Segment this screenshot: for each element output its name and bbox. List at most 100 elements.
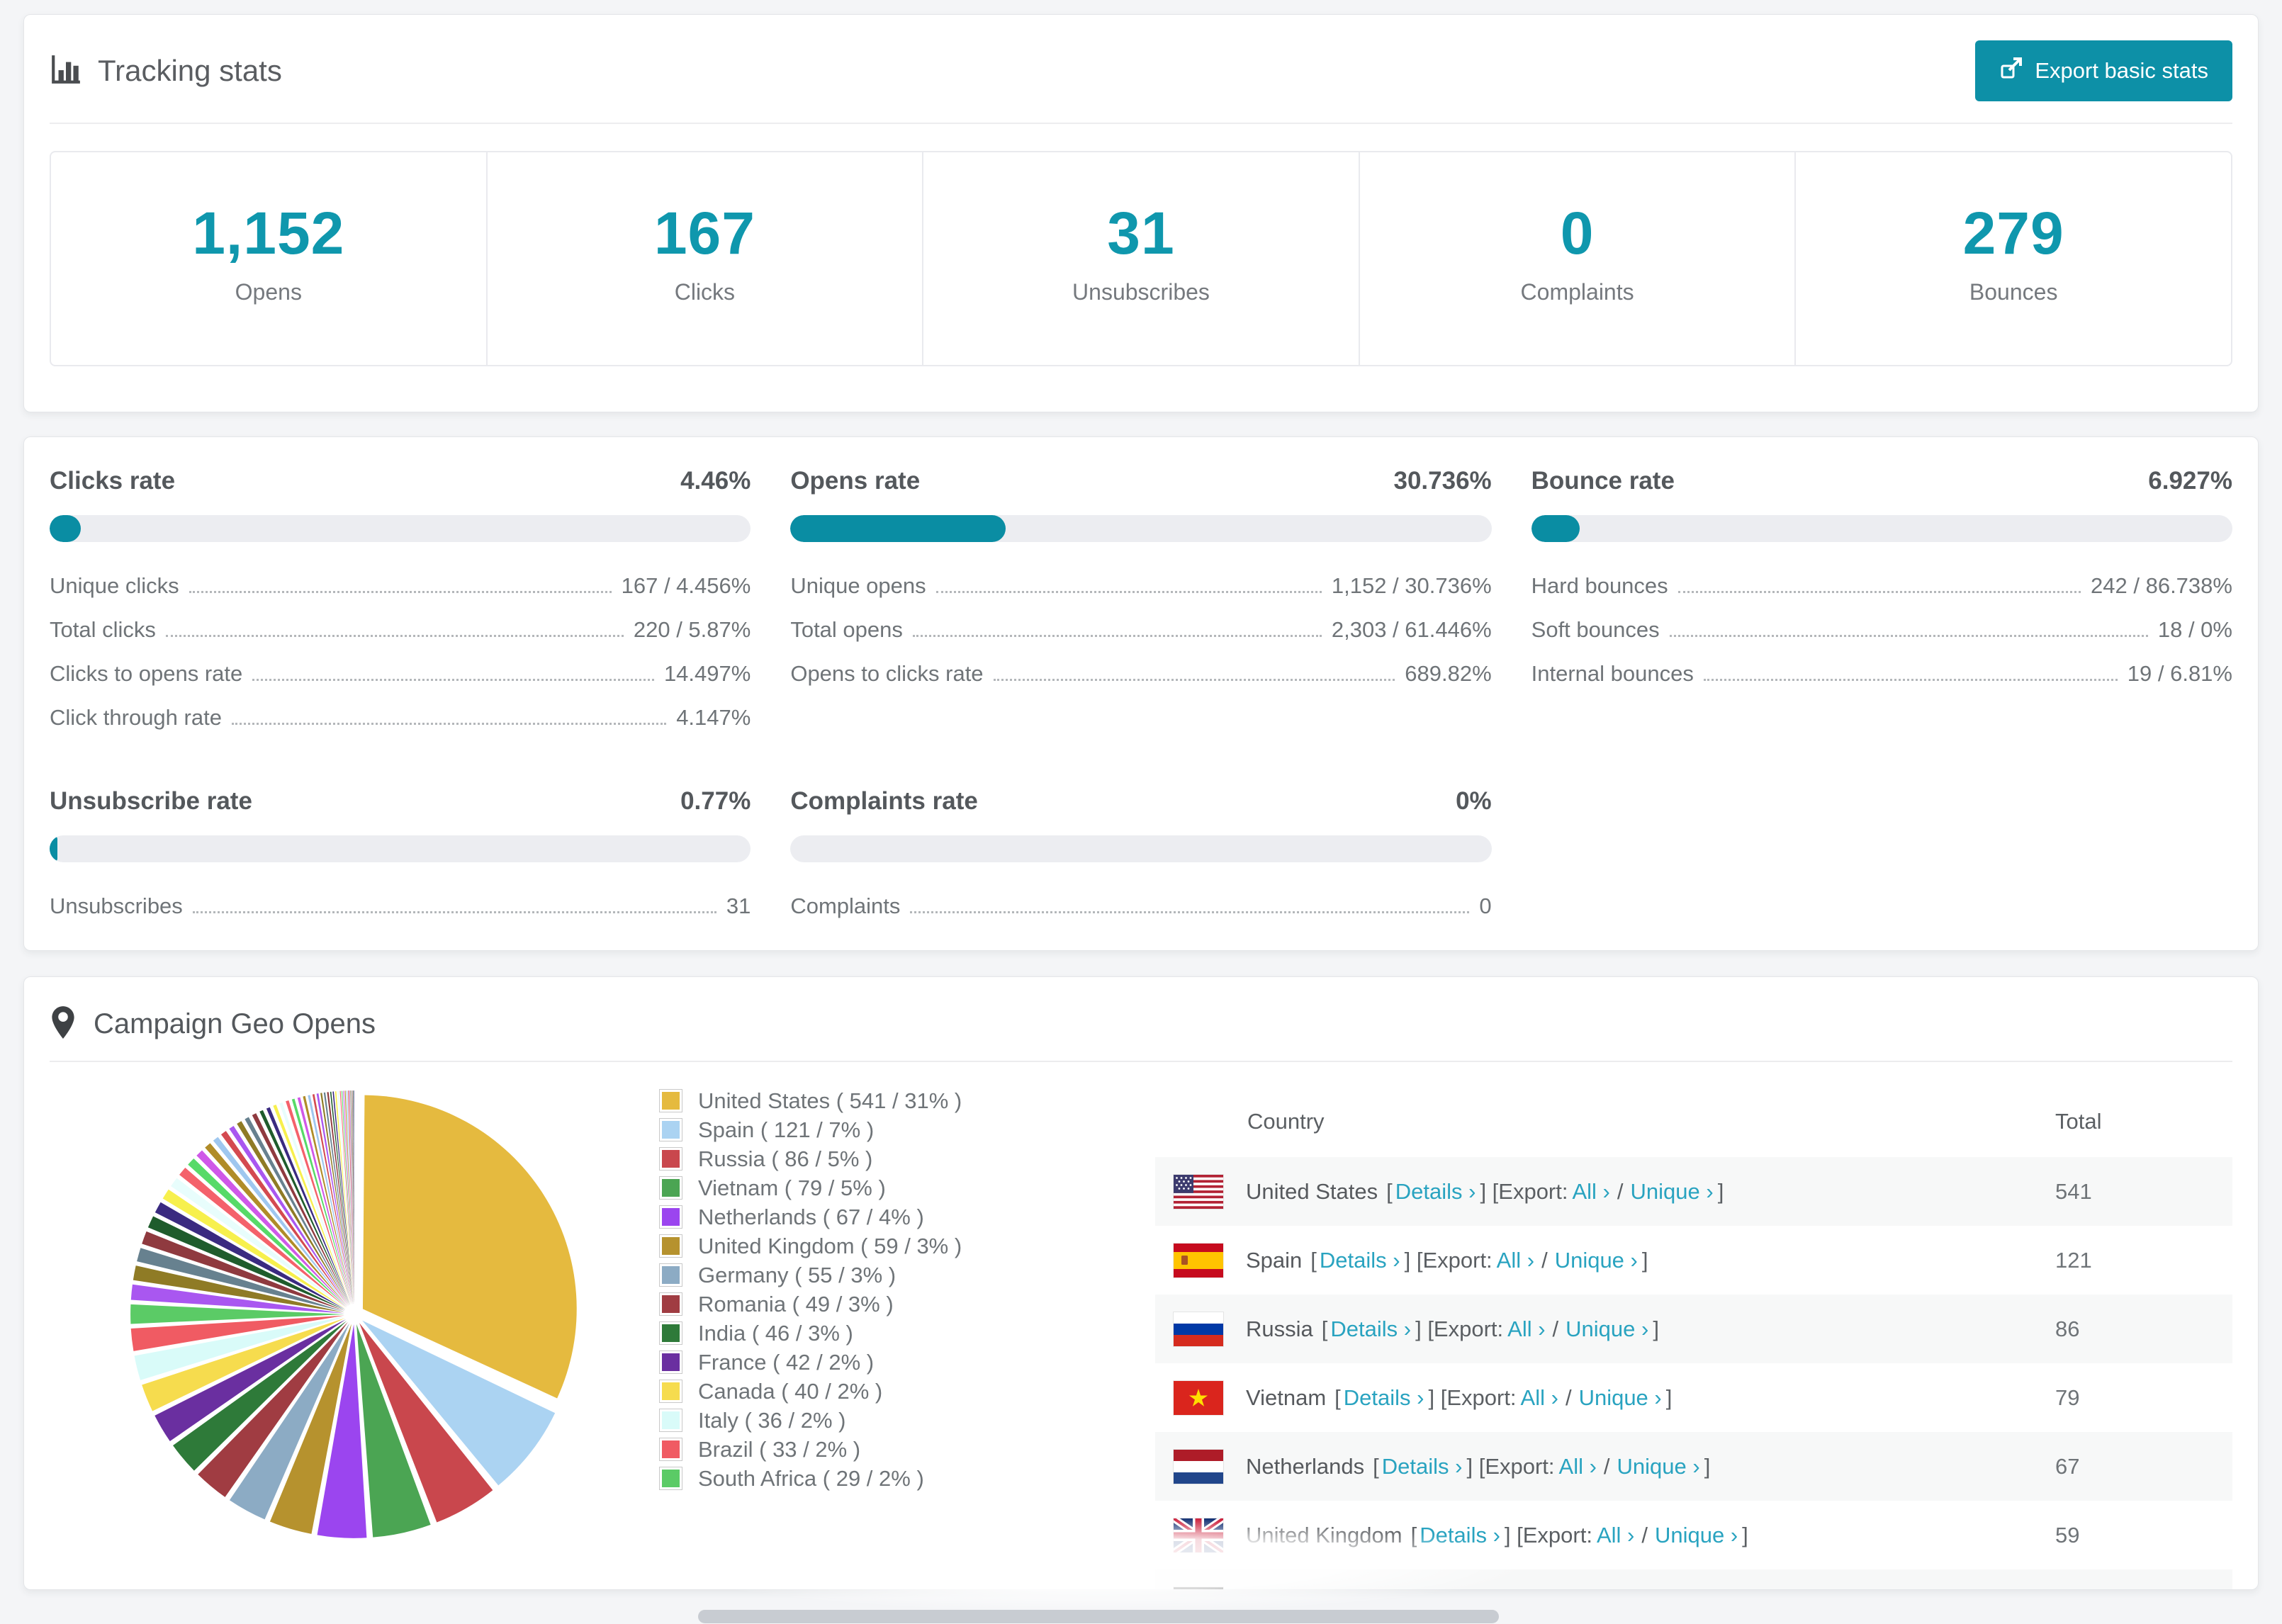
unsubscribes-label: Unsubscribes — [1072, 279, 1210, 305]
export-all-link[interactable]: All › — [1559, 1454, 1597, 1479]
export-unique-link[interactable]: Unique › — [1655, 1523, 1738, 1548]
geo-table-header: Country Total — [1155, 1086, 2232, 1157]
stat-row: Unique opens 1,152 / 30.736% — [790, 573, 1492, 598]
dotted-leader — [165, 635, 624, 637]
opens-count: 1,152 — [192, 200, 345, 266]
tracking-stats-page: Tracking stats Export basic stats 1,152 … — [0, 0, 2282, 1624]
complaints-count: 0 — [1560, 200, 1595, 266]
geo-divider — [50, 1061, 2232, 1062]
flag-germany — [1173, 1586, 1224, 1589]
unsubscribe-rate-progress — [50, 835, 751, 862]
complaints-rate-panel: Complaints rate 0% Complaints 0 — [790, 787, 1492, 919]
complaints-rate-title: Complaints rate — [790, 787, 978, 815]
country-total: 67 — [2055, 1453, 2080, 1479]
dotted-leader — [189, 591, 612, 593]
unsubscribe-rate-panel: Unsubscribe rate 0.77% Unsubscribes 31 — [50, 787, 751, 919]
opens-rate-panel: Opens rate 30.736% Unique opens 1,152 / 3… — [790, 467, 1492, 731]
export-all-link[interactable]: All › — [1597, 1523, 1634, 1548]
table-row: Russia [Details ›] [Export: All › / Unique … — [1155, 1295, 2232, 1363]
summary-counters: 1,152 Opens 167 Clicks 31 Unsubscribes 0… — [50, 151, 2232, 366]
opens-label: Opens — [235, 279, 302, 305]
opens-rate-value: 30.736% — [1393, 467, 1492, 495]
pie-slice[interactable] — [335, 1091, 354, 1304]
legend-item: Canada ( 40 / 2% ) — [659, 1379, 1155, 1404]
stat-row: Soft bounces 18 / 0% — [1531, 617, 2232, 642]
stat-row: Complaints 0 — [790, 893, 1492, 918]
legend-swatch — [659, 1380, 682, 1403]
details-link[interactable]: Details › — [1382, 1454, 1463, 1479]
legend-swatch — [659, 1234, 682, 1258]
rates-card: Clicks rate 4.46% Unique clicks 167 / 4.4… — [23, 436, 2259, 951]
legend-swatch — [659, 1438, 682, 1461]
export-all-link[interactable]: All › — [1572, 1179, 1609, 1205]
legend-item: Spain ( 121 / 7% ) — [659, 1117, 1155, 1142]
legend-swatch — [659, 1409, 682, 1432]
legend-swatch — [659, 1205, 682, 1229]
flag-united-kingdom — [1173, 1517, 1224, 1553]
country-total: 59 — [2055, 1522, 2080, 1547]
stat-row: Unsubscribes 31 — [50, 893, 751, 918]
clicks-rate-value: 4.46% — [680, 467, 751, 495]
details-link[interactable]: Details › — [1330, 1316, 1411, 1342]
export-basic-stats-button[interactable]: Export basic stats — [1975, 40, 2232, 101]
details-link[interactable]: Details › — [1344, 1385, 1424, 1411]
details-link[interactable]: Details › — [1320, 1248, 1400, 1273]
details-link[interactable]: Details › — [1395, 1179, 1476, 1205]
export-unique-link[interactable]: Unique › — [1617, 1454, 1700, 1479]
flag-united-states — [1173, 1173, 1224, 1209]
opens-rate-progress — [790, 515, 1492, 542]
legend-item: Germany ( 55 / 3% ) — [659, 1263, 1155, 1287]
table-row: United States [Details ›] [Export: All › /… — [1155, 1157, 2232, 1226]
details-link[interactable]: Details › — [1420, 1523, 1500, 1548]
legend-swatch — [659, 1467, 682, 1490]
dotted-leader — [1677, 591, 2081, 593]
export-unique-link[interactable]: Unique › — [1631, 1179, 1714, 1205]
bounces-count: 279 — [1962, 200, 2064, 266]
dotted-leader — [912, 635, 1322, 637]
geo-pie-wrap — [50, 1086, 659, 1589]
export-unique-link[interactable]: Unique › — [1566, 1316, 1648, 1342]
dotted-leader — [231, 723, 667, 725]
flag-vietnam — [1173, 1380, 1224, 1416]
unsubscribe-rate-value: 0.77% — [680, 787, 751, 815]
clicks-rate-panel: Clicks rate 4.46% Unique clicks 167 / 4.4… — [50, 467, 751, 731]
legend-swatch — [659, 1147, 682, 1171]
export-unique-link[interactable]: Unique › — [1555, 1248, 1638, 1273]
geo-opens-card: Campaign Geo Opens United States ( 541 /… — [23, 976, 2259, 1590]
export-unique-link[interactable]: Unique › — [1579, 1385, 1662, 1411]
header-divider — [50, 123, 2232, 124]
legend-item: Romania ( 49 / 3% ) — [659, 1292, 1155, 1316]
summary-unsubscribes: 31 Unsubscribes — [922, 152, 1359, 365]
table-row: Vietnam [Details ›] [Export: All › / Unique… — [1155, 1363, 2232, 1432]
country-name: United States — [1246, 1178, 1378, 1204]
summary-clicks: 167 Clicks — [485, 152, 923, 365]
geo-legend: United States ( 541 / 31% ) Spain ( 121 … — [659, 1088, 1155, 1589]
stat-row: Click through rate 4.147% — [50, 705, 751, 730]
dotted-leader — [1703, 679, 2118, 681]
dotted-leader — [192, 911, 716, 913]
dotted-leader — [935, 591, 1322, 593]
dotted-leader — [910, 911, 1470, 913]
legend-item: United Kingdom ( 59 / 3% ) — [659, 1234, 1155, 1258]
geo-table: Country Total United States [Details ›] … — [1155, 1086, 2232, 1589]
stat-row: Total opens 2,303 / 61.446% — [790, 617, 1492, 642]
geo-pie-chart[interactable] — [125, 1086, 584, 1545]
complaints-rate-progress — [790, 835, 1492, 862]
stat-row: Clicks to opens rate 14.497% — [50, 661, 751, 686]
legend-item: United States ( 541 / 31% ) — [659, 1088, 1155, 1113]
stat-row: Total clicks 220 / 5.87% — [50, 617, 751, 642]
flag-russia — [1173, 1311, 1224, 1347]
tracking-stats-card: Tracking stats Export basic stats 1,152 … — [23, 14, 2259, 412]
table-row: United Kingdom [Details ›] [Export: All ›… — [1155, 1501, 2232, 1569]
export-all-link[interactable]: All › — [1521, 1385, 1558, 1411]
export-all-link[interactable]: All › — [1507, 1316, 1545, 1342]
legend-swatch — [659, 1176, 682, 1200]
horizontal-scrollbar-thumb[interactable] — [698, 1610, 1499, 1623]
table-row: Germany [Details ›] [Export:All ›/Unique… — [1155, 1569, 2232, 1589]
legend-item: Vietnam ( 79 / 5% ) — [659, 1175, 1155, 1200]
complaints-rate-value: 0% — [1456, 787, 1492, 815]
country-total: 121 — [2055, 1247, 2092, 1273]
stat-row: Internal bounces 19 / 6.81% — [1531, 661, 2232, 686]
complaints-label: Complaints — [1520, 279, 1634, 305]
export-all-link[interactable]: All › — [1497, 1248, 1534, 1273]
